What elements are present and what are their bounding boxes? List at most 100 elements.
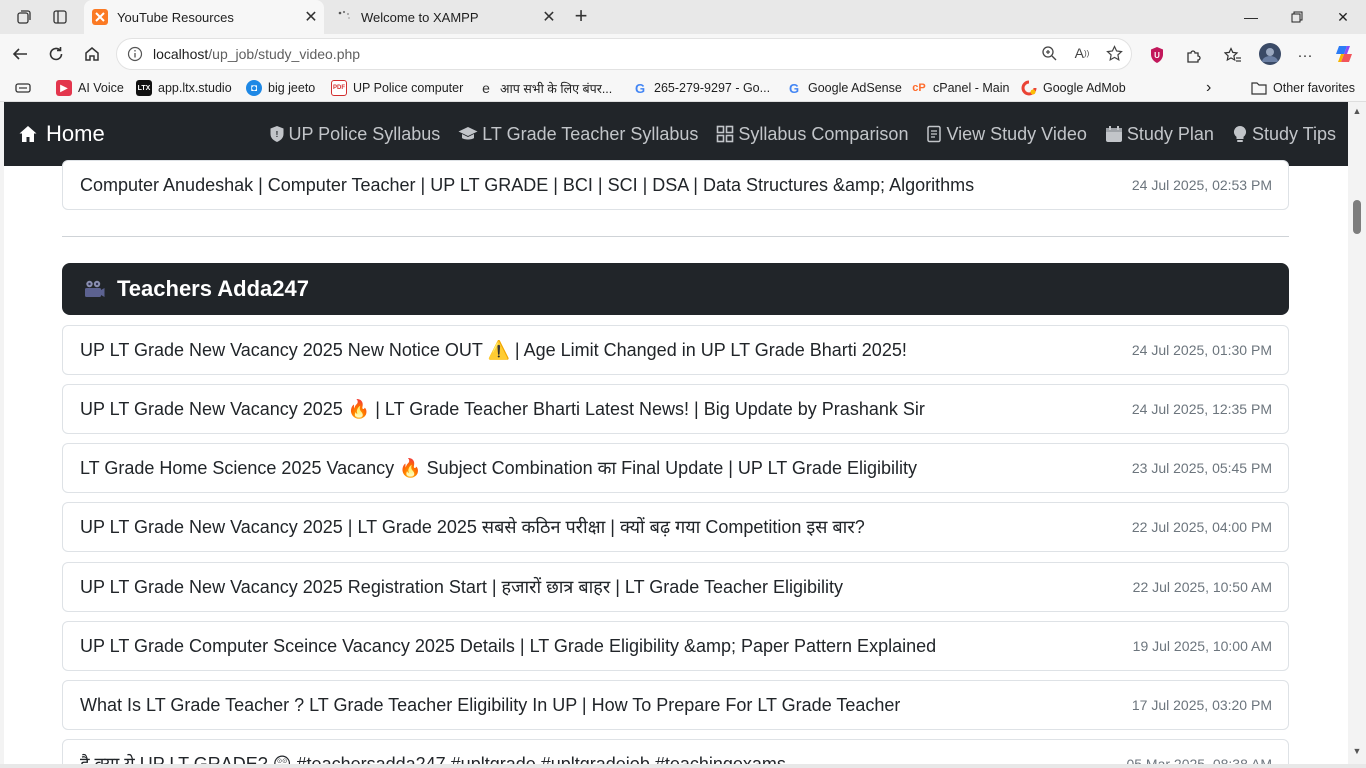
- ltx-icon: LTX: [136, 80, 152, 96]
- workspaces-icon[interactable]: [12, 6, 36, 28]
- tab-title: Welcome to XAMPP: [361, 9, 479, 25]
- house-icon: [19, 126, 37, 142]
- nav-link-label: Study Plan: [1126, 123, 1214, 144]
- video-title: UP LT Grade New Vacancy 2025 New Notice …: [80, 339, 907, 360]
- minimize-icon[interactable]: —: [1228, 0, 1274, 34]
- copilot-icon[interactable]: [1332, 42, 1356, 66]
- scroll-up-arrow-icon[interactable]: ▲: [1352, 106, 1362, 116]
- bookmark-label: आप सभी के लिए बंपर...: [500, 81, 613, 96]
- other-favorites-folder[interactable]: Other favorites: [1251, 78, 1355, 98]
- nav-link-label: Syllabus Comparison: [738, 123, 909, 144]
- profile-avatar-icon[interactable]: [1258, 42, 1282, 66]
- browser-tab-bar: YouTube Resources ✕ Welcome to XAMPP ✕ +…: [0, 0, 1366, 34]
- restore-icon[interactable]: [1274, 0, 1320, 34]
- video-item[interactable]: UP LT Grade New Vacancy 2025 New Notice …: [62, 325, 1289, 375]
- bookmarks-overflow-chevron-icon[interactable]: ›: [1206, 78, 1211, 98]
- page-scrollbar[interactable]: ▲ ▼: [1348, 102, 1366, 764]
- video-date: 22 Jul 2025, 10:50 AM: [1132, 579, 1272, 595]
- video-title: What Is LT Grade Teacher ? LT Grade Teac…: [80, 694, 901, 715]
- video-date: 22 Jul 2025, 04:00 PM: [1131, 519, 1272, 535]
- nav-links: ! UP Police Syllabus LT Grade Teacher Sy…: [251, 102, 1336, 166]
- nav-lt-grade-teacher-syllabus[interactable]: LT Grade Teacher Syllabus: [458, 124, 698, 145]
- video-title: UP LT Grade Computer Sceince Vacancy 202…: [80, 635, 937, 656]
- refresh-icon[interactable]: [43, 41, 69, 67]
- video-date: 17 Jul 2025, 03:20 PM: [1131, 697, 1272, 713]
- journal-icon: [927, 125, 942, 143]
- tab-title: YouTube Resources: [117, 9, 234, 25]
- bookmark-ai-voice[interactable]: ▶ AI Voice: [56, 78, 124, 98]
- scrollbar-thumb[interactable]: [1353, 200, 1361, 234]
- svg-text:U: U: [1154, 51, 1160, 60]
- video-title: UP LT Grade New Vacancy 2025 | LT Grade …: [80, 517, 865, 537]
- bookmark-label: cPanel - Main: [933, 81, 1010, 95]
- tab-welcome-xampp[interactable]: Welcome to XAMPP ✕: [328, 0, 562, 34]
- channel-header: Teachers Adda247: [62, 263, 1289, 315]
- bookmark-up-police-computer[interactable]: PDF UP Police computer: [331, 78, 463, 98]
- video-item[interactable]: है क्या ये UP LT GRADE? 😲 #teachersadda2…: [62, 739, 1289, 764]
- extension-shield-icon[interactable]: U: [1146, 44, 1168, 66]
- video-date: 05 Mar 2025, 08:38 AM: [1126, 756, 1272, 764]
- site-info-icon[interactable]: [117, 46, 153, 62]
- bookmark-label: app.ltx.studio: [158, 81, 232, 95]
- nav-study-plan[interactable]: Study Plan: [1105, 124, 1214, 145]
- video-item[interactable]: What Is LT Grade Teacher ? LT Grade Teac…: [62, 680, 1289, 730]
- close-window-icon[interactable]: ✕: [1320, 0, 1366, 34]
- video-title: UP LT Grade New Vacancy 2025 Registratio…: [80, 577, 844, 597]
- video-title: UP LT Grade New Vacancy 2025 🔥 | LT Grad…: [80, 398, 925, 419]
- bookmark-label: 265-279-9297 - Go...: [654, 81, 771, 95]
- channel-name: Teachers Adda247: [117, 276, 309, 301]
- scroll-down-arrow-icon[interactable]: ▼: [1352, 746, 1362, 756]
- nav-view-study-video[interactable]: View Study Video: [926, 124, 1087, 145]
- home-brand-link[interactable]: Home: [18, 102, 105, 166]
- video-item[interactable]: Computer Anudeshak | Computer Teacher | …: [62, 160, 1289, 210]
- google-icon: G: [634, 80, 646, 96]
- section-divider: [62, 236, 1289, 237]
- close-tab-icon[interactable]: ✕: [298, 7, 324, 27]
- bookmark-google-adsense[interactable]: G Google AdSense: [786, 78, 902, 98]
- tab-youtube-resources[interactable]: YouTube Resources ✕: [84, 0, 324, 34]
- more-options-icon[interactable]: ···: [1294, 44, 1316, 66]
- vertical-tabs-icon[interactable]: [48, 6, 72, 28]
- nav-up-police-syllabus[interactable]: ! UP Police Syllabus: [269, 123, 441, 145]
- page-viewport: Home ! UP Police Syllabus LT Grade Teach…: [4, 102, 1348, 764]
- bookmark-bumper[interactable]: e आप सभी के लिए बंपर...: [478, 78, 612, 98]
- reading-mode-icon[interactable]: [15, 78, 31, 98]
- bookmark-label: Google AdSense: [808, 81, 902, 95]
- address-bar[interactable]: localhost/up_job/study_video.php: [116, 38, 1132, 70]
- bookmark-google-admob[interactable]: Google AdMob: [1021, 78, 1126, 98]
- back-arrow-icon[interactable]: [7, 41, 33, 67]
- shield-icon: !: [270, 126, 283, 142]
- cpanel-icon: cP: [912, 82, 926, 94]
- site-navbar: Home ! UP Police Syllabus LT Grade Teach…: [4, 102, 1348, 166]
- nav-link-label: LT Grade Teacher Syllabus: [482, 123, 699, 144]
- favorites-bar: ▶ AI Voice LTX app.ltx.studio ◘ big jeet…: [0, 74, 1366, 102]
- video-item[interactable]: UP LT Grade New Vacancy 2025 | LT Grade …: [62, 502, 1289, 552]
- video-item[interactable]: LT Grade Home Science 2025 Vacancy 🔥 Sub…: [62, 443, 1289, 493]
- svg-text:!: !: [275, 130, 278, 139]
- video-item[interactable]: UP LT Grade New Vacancy 2025 🔥 | LT Grad…: [62, 384, 1289, 434]
- browser-toolbar: localhost/up_job/study_video.php A)) U ·…: [0, 34, 1366, 74]
- video-date: 19 Jul 2025, 10:00 AM: [1132, 638, 1272, 654]
- pdf-icon: PDF: [331, 80, 347, 96]
- home-icon[interactable]: [79, 41, 105, 67]
- zoom-icon[interactable]: [1038, 42, 1060, 64]
- bookmark-label: AI Voice: [78, 81, 124, 95]
- bookmark-big-jeeto[interactable]: ◘ big jeeto: [246, 78, 315, 98]
- nav-syllabus-comparison[interactable]: Syllabus Comparison: [716, 124, 908, 145]
- nav-link-label: UP Police Syllabus: [288, 123, 441, 144]
- video-item[interactable]: UP LT Grade Computer Sceince Vacancy 202…: [62, 621, 1289, 671]
- bookmark-cpanel[interactable]: cP cPanel - Main: [911, 78, 1009, 98]
- graduation-cap-icon: [458, 127, 478, 140]
- favorite-star-icon[interactable]: [1103, 42, 1125, 64]
- new-tab-button[interactable]: +: [568, 4, 594, 30]
- extensions-puzzle-icon[interactable]: [1182, 44, 1204, 66]
- favorites-icon[interactable]: [1222, 44, 1244, 66]
- nav-study-tips[interactable]: Study Tips: [1232, 124, 1336, 145]
- edge-icon: e: [482, 80, 490, 96]
- url-text: localhost/up_job/study_video.php: [153, 46, 360, 62]
- bookmark-ltx-studio[interactable]: LTX app.ltx.studio: [136, 78, 232, 98]
- read-aloud-icon[interactable]: A)): [1071, 42, 1093, 64]
- bookmark-google-ads-account[interactable]: G 265-279-9297 - Go...: [632, 78, 770, 98]
- close-tab-icon[interactable]: ✕: [536, 7, 562, 27]
- video-item[interactable]: UP LT Grade New Vacancy 2025 Registratio…: [62, 562, 1289, 612]
